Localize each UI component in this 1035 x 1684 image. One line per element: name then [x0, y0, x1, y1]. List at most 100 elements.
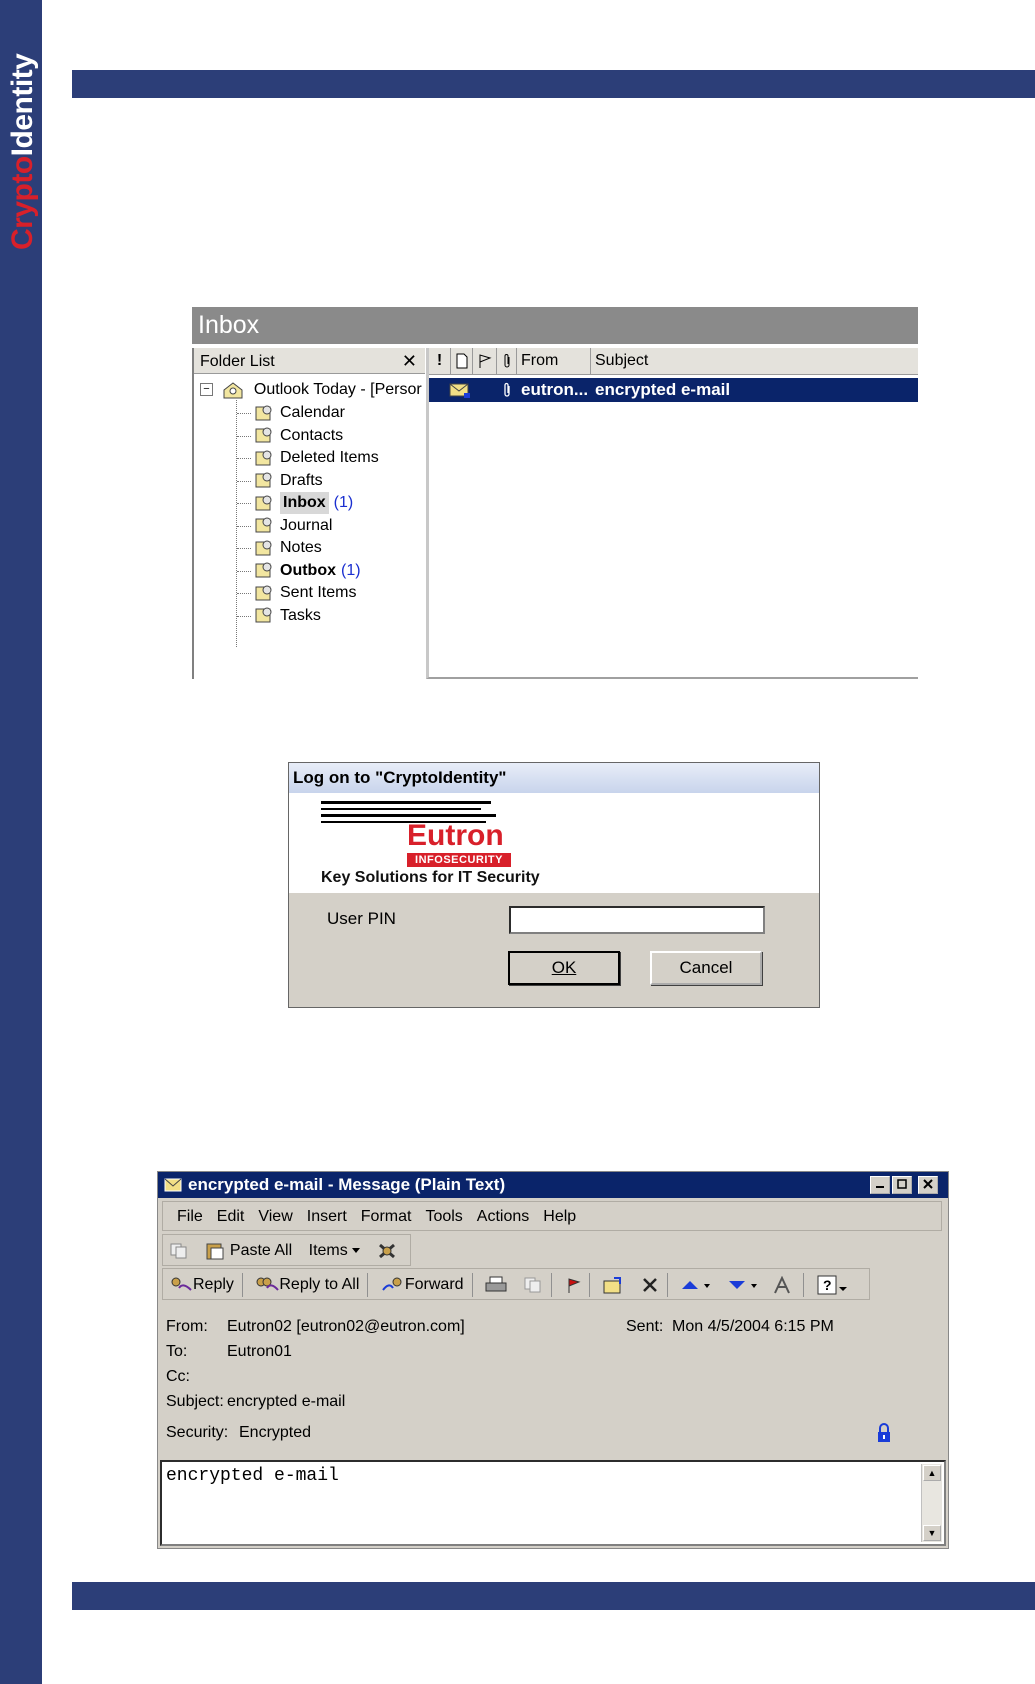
- tree-root[interactable]: − Outlook Today - [Persor: [200, 378, 422, 402]
- items-dropdown[interactable]: Items: [309, 1235, 361, 1267]
- ok-button[interactable]: OK: [508, 951, 620, 985]
- logo-stripe: [321, 801, 491, 804]
- print-button[interactable]: [485, 1269, 507, 1301]
- window-title-text: encrypted e-mail - Message (Plain Text): [188, 1175, 506, 1194]
- deleted-items-icon: [254, 449, 274, 467]
- col-subject[interactable]: Subject: [591, 348, 918, 374]
- tree-connector: [237, 548, 251, 549]
- folder-item[interactable]: Drafts: [237, 470, 323, 492]
- paste-all-label: Paste All: [229, 1242, 293, 1259]
- to-value: Eutron01: [227, 1343, 292, 1360]
- collapse-icon[interactable]: −: [200, 383, 213, 397]
- paste-all-button[interactable]: Paste All: [205, 1235, 292, 1267]
- move-to-folder-button[interactable]: [602, 1269, 624, 1301]
- calendar-icon: [254, 404, 274, 422]
- message-row[interactable]: eutron... encrypted e-mail: [429, 378, 918, 402]
- col-icon[interactable]: [451, 348, 473, 374]
- notes-icon: [254, 539, 274, 557]
- col-from[interactable]: From: [517, 348, 591, 374]
- encrypted-mail-icon: [449, 383, 470, 398]
- message-window-title: encrypted e-mail - Message (Plain Text): [158, 1172, 948, 1198]
- help-button[interactable]: ?: [817, 1269, 847, 1301]
- maximize-button[interactable]: [892, 1176, 912, 1194]
- message-list-header: ! From Subject: [429, 348, 918, 375]
- copy-button[interactable]: [169, 1235, 189, 1267]
- reply-all-label: Reply to All: [279, 1276, 360, 1293]
- item-tool-button[interactable]: [377, 1235, 397, 1267]
- user-pin-input[interactable]: [509, 906, 765, 934]
- toolbar-actions: Reply Reply to All Forward ?: [162, 1268, 870, 1300]
- font-size-button[interactable]: [773, 1269, 795, 1301]
- logon-dialog: Log on to "CryptoIdentity" Eutron INFOSE…: [288, 762, 820, 1008]
- folder-item[interactable]: Journal: [237, 515, 332, 537]
- close-button[interactable]: [918, 1176, 938, 1194]
- close-icon[interactable]: ✕: [402, 348, 417, 374]
- folder-item[interactable]: Deleted Items: [237, 447, 379, 469]
- maximize-icon: [897, 1179, 907, 1189]
- sent-label: Sent:: [626, 1318, 664, 1335]
- menu-insert[interactable]: Insert: [307, 1202, 347, 1232]
- eutron-brand: Eutron: [407, 819, 504, 852]
- copy-icon: [524, 1277, 541, 1293]
- col-flag[interactable]: [473, 348, 497, 374]
- menu-format[interactable]: Format: [361, 1202, 412, 1232]
- message-subject: encrypted e-mail: [595, 380, 731, 399]
- paperclip-icon: [504, 354, 509, 368]
- menu-actions[interactable]: Actions: [477, 1202, 529, 1232]
- scroll-up-icon[interactable]: ▲: [923, 1465, 941, 1481]
- outbox-icon: [254, 561, 274, 579]
- ok-label: OK: [551, 958, 577, 977]
- menu-view[interactable]: View: [258, 1202, 292, 1232]
- folder-item[interactable]: Sent Items: [237, 582, 357, 604]
- folder-item[interactable]: Outbox (1): [237, 560, 361, 582]
- folder-label: Sent Items: [280, 584, 357, 601]
- flag-button[interactable]: [565, 1269, 581, 1301]
- tool-icon: [378, 1243, 395, 1258]
- folder-item[interactable]: Tasks: [237, 605, 321, 627]
- vertical-scrollbar[interactable]: ▲ ▼: [921, 1464, 942, 1542]
- message-from: eutron...: [521, 380, 589, 399]
- cryptoidentity-logo: CryptoIdentity: [0, 0, 42, 260]
- message-body[interactable]: encrypted e-mail ▲ ▼: [160, 1460, 946, 1546]
- header-bar: [72, 70, 1035, 98]
- cancel-button[interactable]: Cancel: [650, 951, 762, 985]
- lock-icon[interactable]: [876, 1422, 892, 1444]
- menu-file[interactable]: File: [177, 1202, 203, 1232]
- folder-item[interactable]: Inbox (1): [237, 492, 353, 514]
- folder-label: Deleted Items: [280, 449, 379, 466]
- minimize-button[interactable]: [870, 1176, 890, 1194]
- slogan: Key Solutions for IT Security: [321, 869, 540, 886]
- delete-button[interactable]: [641, 1269, 659, 1301]
- folder-list-header: Folder List ✕: [194, 348, 425, 374]
- cc-label: Cc:: [166, 1368, 190, 1385]
- menu-bar: File Edit View Insert Format Tools Actions Help: [162, 1201, 942, 1231]
- previous-item-button[interactable]: [680, 1269, 711, 1301]
- folder-item[interactable]: Notes: [237, 537, 322, 559]
- tree-connector: [237, 480, 251, 482]
- unread-count: (1): [341, 561, 361, 579]
- from-label: From:: [166, 1318, 208, 1335]
- scroll-down-icon[interactable]: ▼: [923, 1525, 941, 1541]
- contacts-icon: [254, 426, 274, 444]
- footer-bar: [72, 1582, 1035, 1610]
- outlook-today-icon: [223, 382, 243, 399]
- reply-button[interactable]: Reply: [169, 1269, 234, 1301]
- down-arrow-icon: [728, 1280, 757, 1289]
- reply-all-button[interactable]: Reply to All: [255, 1269, 359, 1301]
- move-to-folder-icon: [603, 1276, 622, 1294]
- forward-button[interactable]: Forward: [381, 1269, 464, 1301]
- col-attachment[interactable]: [497, 348, 517, 374]
- next-item-button[interactable]: [727, 1269, 757, 1301]
- folder-list-pane: Folder List ✕ − Outlook Today - [Persor …: [192, 348, 425, 679]
- inbox-icon: [254, 494, 274, 512]
- folder-item[interactable]: Contacts: [237, 425, 343, 447]
- copy-button-2[interactable]: [523, 1269, 543, 1301]
- menu-help[interactable]: Help: [543, 1202, 576, 1232]
- col-importance[interactable]: !: [429, 348, 451, 374]
- tree-connector: [237, 525, 251, 527]
- menu-tools[interactable]: Tools: [425, 1202, 462, 1232]
- help-icon: ?: [817, 1275, 847, 1295]
- menu-edit[interactable]: Edit: [217, 1202, 245, 1232]
- folder-item[interactable]: Calendar: [237, 402, 345, 424]
- inbox-screenshot: Inbox Folder List ✕ − Outlook Today - [P…: [192, 307, 918, 679]
